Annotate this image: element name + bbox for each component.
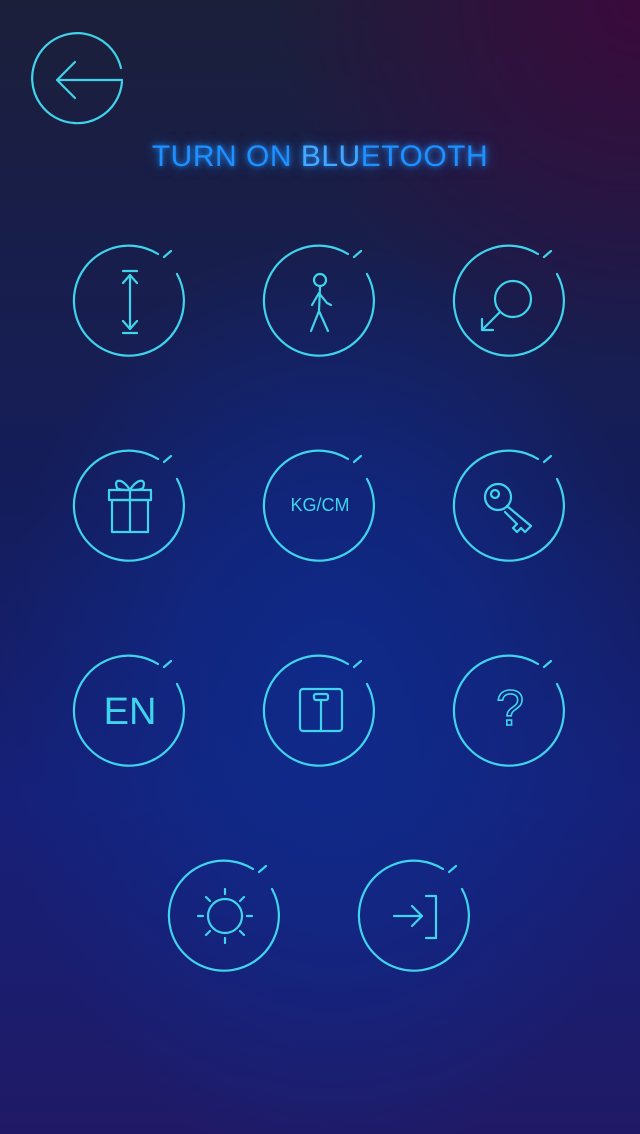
brightness-button[interactable] xyxy=(166,856,286,976)
help-button-tick xyxy=(542,659,553,669)
title-part-2: BLU xyxy=(300,140,361,173)
key-button-tick xyxy=(542,454,553,464)
gender-button-tick xyxy=(542,249,553,259)
language-label: EN xyxy=(104,691,157,733)
height-button-ring xyxy=(72,244,185,357)
title-part-1: TURN ON xyxy=(151,140,301,173)
scale-button-ring xyxy=(262,654,375,767)
units-button-tick xyxy=(352,454,363,464)
walk-button[interactable] xyxy=(261,241,381,361)
back-button[interactable] xyxy=(30,32,126,128)
brightness-button-tick xyxy=(257,864,268,874)
logout-button-tick xyxy=(447,864,458,874)
page-title: TURN ON BLUETOOTH xyxy=(0,140,640,174)
exit-door-icon xyxy=(392,894,438,940)
gift-button-ring xyxy=(72,449,185,562)
height-button-tick xyxy=(162,249,173,259)
units-label: KG/CM xyxy=(290,495,349,515)
language-button[interactable]: EN xyxy=(71,651,191,771)
scale-button-tick xyxy=(352,659,363,669)
gender-symbol-icon xyxy=(480,279,533,332)
scale-button[interactable] xyxy=(261,651,381,771)
walking-person-icon xyxy=(309,272,333,333)
key-icon xyxy=(483,482,533,534)
gift-box-icon xyxy=(107,479,153,534)
question-mark-icon: ? xyxy=(496,680,524,736)
gender-button-ring xyxy=(452,244,565,357)
sun-icon xyxy=(196,887,254,945)
bathroom-scale-icon xyxy=(298,687,344,733)
title-part-3: ETOOTH xyxy=(360,140,489,173)
height-arrows-icon xyxy=(121,269,139,335)
help-button[interactable]: ? xyxy=(451,651,571,771)
language-button-tick xyxy=(162,659,173,669)
gender-button[interactable] xyxy=(451,241,571,361)
back-arrow-icon xyxy=(31,32,124,125)
gift-button[interactable] xyxy=(71,446,191,566)
walk-button-tick xyxy=(352,249,363,259)
logout-button[interactable] xyxy=(356,856,476,976)
gift-button-tick xyxy=(162,454,173,464)
key-button[interactable] xyxy=(451,446,571,566)
brightness-button-ring xyxy=(167,859,280,972)
height-button[interactable] xyxy=(71,241,191,361)
units-button[interactable]: KG/CM xyxy=(261,446,381,566)
